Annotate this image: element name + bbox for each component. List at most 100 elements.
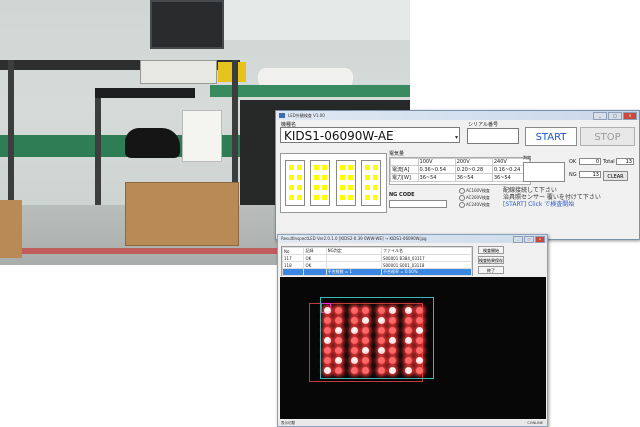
meas-header: 200V: [454, 158, 493, 166]
status-right: CONLINE: [527, 421, 543, 425]
app-icon: [279, 113, 285, 118]
table-cell: 不合格率 = 0.00%: [380, 268, 473, 276]
glowing-led: [362, 317, 369, 324]
led-module: [336, 160, 356, 206]
cardboard-box: [0, 200, 22, 258]
led-chip: [297, 195, 302, 200]
keyboard: [95, 88, 195, 98]
maximize-icon[interactable]: □: [524, 236, 534, 243]
radio-icon[interactable]: [459, 202, 465, 208]
glowing-led: [324, 367, 331, 374]
table-row[interactable]: 不合格数 = 1 不合格率 = 0.00%: [281, 268, 473, 276]
led-module: [285, 160, 305, 206]
glowing-led: [378, 307, 385, 314]
window-title: LED外観検査 V1.00: [288, 113, 325, 118]
led-chip: [314, 185, 319, 190]
inspect-start-button[interactable]: 検査開始: [478, 246, 504, 254]
meas-header: [390, 158, 419, 166]
glowing-led: [335, 327, 342, 334]
led-chip: [348, 165, 353, 170]
led-image-view[interactable]: [280, 277, 546, 419]
result-viewer-window: ResultInspectLED Ver2.0.1.0 [KIDS2-0.39 …: [277, 234, 548, 427]
meas-cell: 電流[A]: [390, 165, 419, 174]
glowing-led: [351, 347, 358, 354]
column-header[interactable]: No: [281, 247, 305, 255]
glowing-led: [351, 327, 358, 334]
ok-count: 0: [579, 158, 601, 165]
led-chip: [348, 195, 353, 200]
glowing-led: [324, 317, 331, 324]
judge-display: [523, 162, 565, 182]
glowing-led: [416, 307, 423, 314]
led-chip: [289, 165, 294, 170]
glowing-led: [335, 337, 342, 344]
led-chip: [340, 185, 345, 190]
meas-cell: 36~54: [454, 173, 493, 182]
viewer-title: ResultInspectLED Ver2.0.1.0 [KIDS2-0.39 …: [281, 236, 427, 241]
measurement-table: 100V 200V 240V 電流[A] 0.36~0.54 0.20~0.28…: [389, 157, 531, 185]
meas-cell: 電力[W]: [390, 173, 419, 182]
meas-header: 100V: [417, 158, 456, 166]
minimize-icon[interactable]: _: [593, 112, 607, 120]
glowing-led: [378, 337, 385, 344]
maximize-icon[interactable]: □: [608, 112, 622, 120]
glowing-led: [389, 317, 396, 324]
led-chip: [289, 195, 294, 200]
glowing-led: [362, 337, 369, 344]
minimize-icon[interactable]: _: [513, 236, 523, 243]
radio-ac100[interactable]: AC100V検査: [459, 187, 490, 194]
table-row[interactable]: 117 OK S00001 B384_03117: [281, 254, 473, 262]
meas-cell: 36~54: [417, 173, 456, 182]
column-header[interactable]: ファイル名: [380, 247, 473, 255]
glowing-led: [362, 347, 369, 354]
monitor: [150, 0, 224, 49]
glowing-led: [405, 337, 412, 344]
glowing-led: [362, 307, 369, 314]
close-icon[interactable]: ×: [623, 112, 637, 120]
black-bag: [125, 128, 180, 158]
serial-input[interactable]: [467, 128, 519, 144]
green-bench-back: [210, 85, 410, 97]
close-icon[interactable]: ×: [535, 236, 545, 243]
radio-ac200[interactable]: AC200V検査: [459, 194, 490, 201]
glowing-led: [405, 347, 412, 354]
led-chip: [365, 175, 370, 180]
glowing-led: [351, 367, 358, 374]
window-titlebar: LED外観検査 V1.00 _ □ ×: [276, 111, 639, 120]
status-bar: 表示切替 CONLINE: [278, 420, 547, 426]
table-cell: 117: [281, 254, 305, 262]
radio-ac240[interactable]: AC240V検査: [459, 201, 490, 208]
message-line: 配線接続して下さい: [503, 187, 557, 194]
serial-label: シリアル番号: [468, 122, 498, 128]
glowing-led: [378, 327, 385, 334]
ng-count: 13: [579, 171, 601, 178]
cardboard-box: [125, 182, 239, 246]
ng-label: NG: [569, 172, 577, 178]
stop-button[interactable]: STOP: [580, 127, 635, 146]
model-select[interactable]: KIDS1-06090W-AE ▾: [280, 127, 460, 143]
chevron-down-icon[interactable]: ▾: [455, 130, 458, 146]
pole: [8, 60, 14, 210]
column-header[interactable]: NG判定: [325, 247, 382, 255]
led-chip: [348, 175, 353, 180]
led-chip: [340, 195, 345, 200]
table-cell: 118: [281, 261, 305, 269]
glowing-led: [405, 357, 412, 364]
led-module: [361, 160, 381, 206]
glowing-led: [324, 347, 331, 354]
ng-code-field[interactable]: [389, 200, 447, 208]
led-layout-panel: [280, 153, 387, 213]
led-chip: [373, 195, 378, 200]
table-row[interactable]: 118 OK S00001 S001_03118: [281, 261, 473, 269]
led-chip: [322, 165, 327, 170]
glowing-led: [389, 357, 396, 364]
clear-button[interactable]: CLEAR: [603, 171, 628, 181]
save-result-button[interactable]: 検査結果保存: [478, 256, 504, 264]
start-button[interactable]: START: [525, 127, 577, 146]
led-chip: [348, 185, 353, 190]
exit-button[interactable]: 終了: [478, 266, 504, 274]
led-chip: [365, 195, 370, 200]
column-header[interactable]: 記録: [303, 247, 327, 255]
message-line: 治具照センサー 覆いを付けて下さい: [503, 194, 601, 201]
led-chip: [373, 165, 378, 170]
